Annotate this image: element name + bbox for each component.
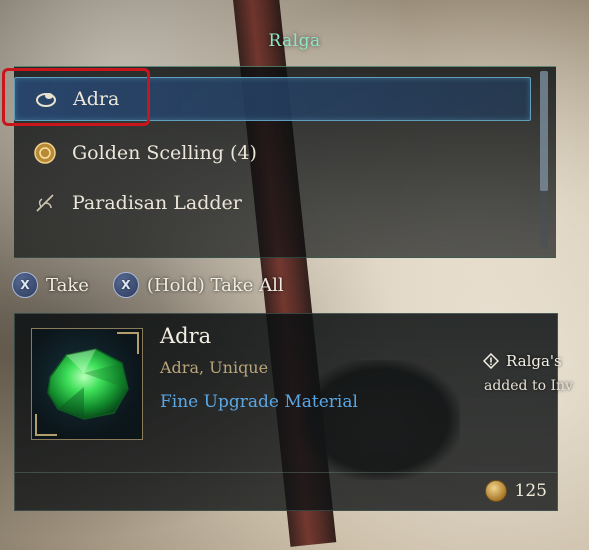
button-prompts: X Take X (Hold) Take All <box>12 272 284 298</box>
item-portrait <box>31 328 143 440</box>
item-name: Adra <box>160 324 212 348</box>
herb-icon <box>32 190 58 216</box>
loot-list-scrollbar[interactable] <box>540 71 548 249</box>
inventory-notification: Ralga's added to Inv <box>482 352 573 394</box>
item-value: 125 <box>484 480 547 502</box>
loot-item-label: Golden Scelling (4) <box>72 142 257 164</box>
item-rarity: Adra, Unique <box>160 358 269 377</box>
emerald-gem-icon <box>47 348 129 420</box>
take-all-prompt[interactable]: X (Hold) Take All <box>112 272 284 298</box>
selection-highlight-box <box>2 68 150 126</box>
gold-coin-icon <box>32 140 58 166</box>
notification-line-1: Ralga's <box>506 352 562 370</box>
item-type: Fine Upgrade Material <box>160 392 358 412</box>
x-button-icon: X <box>12 272 38 298</box>
loot-item-label: Paradisan Ladder <box>72 192 242 214</box>
divider <box>15 472 557 473</box>
take-all-label: (Hold) Take All <box>146 274 284 296</box>
scrollbar-thumb[interactable] <box>540 71 548 191</box>
item-value-amount: 125 <box>514 481 547 501</box>
take-label: Take <box>46 274 89 296</box>
loot-item-paradisan-ladder[interactable]: Paradisan Ladder <box>14 182 529 224</box>
notice-diamond-icon <box>482 352 500 370</box>
container-title: Ralga <box>268 31 321 51</box>
item-detail-card: Adra Adra, Unique Fine Upgrade Material … <box>14 313 558 511</box>
coin-icon <box>484 480 507 502</box>
x-button-icon: X <box>112 272 139 298</box>
loot-item-golden-scelling[interactable]: Golden Scelling (4) <box>14 132 529 174</box>
notification-line-2: added to Inv <box>484 378 573 394</box>
take-prompt[interactable]: X Take <box>12 272 89 298</box>
